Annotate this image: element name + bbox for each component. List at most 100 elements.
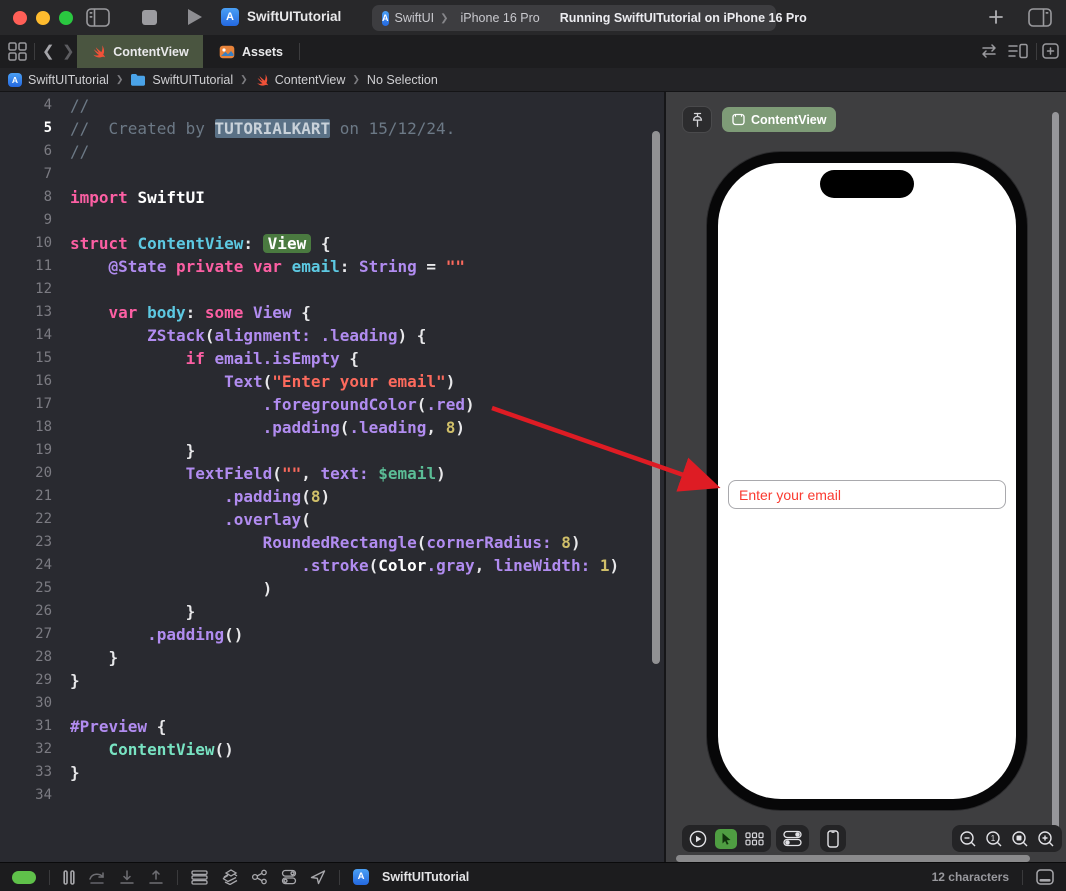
code-line-21[interactable]: 21 .padding(8) [0, 485, 664, 508]
breadcrumb-file[interactable]: ContentView [275, 73, 346, 87]
code-line-18[interactable]: 18 .padding(.leading, 8) [0, 416, 664, 439]
code-line-7[interactable]: 7 [0, 163, 664, 186]
code-line-19[interactable]: 19 } [0, 439, 664, 462]
zoom-out-button[interactable] [959, 830, 977, 848]
code-line-30[interactable]: 30 [0, 692, 664, 715]
forward-chevron-icon[interactable]: ❯ [62, 42, 75, 60]
preview-device-button[interactable] [820, 825, 846, 852]
network-button[interactable] [251, 869, 268, 885]
line-number[interactable]: 16 [0, 370, 52, 393]
breakpoints-toggle[interactable] [12, 870, 36, 884]
code-text[interactable] [52, 163, 70, 186]
inspector-toggle-icon[interactable] [1028, 8, 1052, 27]
code-line-16[interactable]: 16 Text("Enter your email") [0, 370, 664, 393]
pin-preview-button[interactable] [682, 106, 712, 133]
line-number[interactable]: 13 [0, 301, 52, 324]
code-line-8[interactable]: 8 import SwiftUI [0, 186, 664, 209]
code-line-14[interactable]: 14 ZStack(alignment: .leading) { [0, 324, 664, 347]
stop-button[interactable] [142, 10, 157, 25]
code-text[interactable]: } [52, 439, 196, 462]
code-text[interactable]: // Created by TUTORIALKART on 15/12/24. [52, 117, 455, 140]
line-number[interactable]: 32 [0, 738, 52, 761]
code-text[interactable]: struct ContentView: View { [52, 232, 330, 255]
step-out-button[interactable] [148, 869, 164, 885]
line-number[interactable]: 30 [0, 692, 52, 715]
code-text[interactable] [52, 784, 70, 807]
code-text[interactable]: import SwiftUI [52, 186, 205, 209]
run-destination[interactable]: iPhone 16 Pro [460, 11, 539, 25]
code-line-33[interactable]: 33} [0, 761, 664, 784]
zoom-100-button[interactable]: 1 [985, 830, 1003, 848]
selectable-mode-button[interactable] [715, 828, 737, 849]
tab-assets[interactable]: Assets [203, 35, 299, 68]
code-text[interactable]: } [52, 669, 80, 692]
line-number[interactable]: 17 [0, 393, 52, 416]
play-icon[interactable] [186, 8, 203, 26]
line-number[interactable]: 27 [0, 623, 52, 646]
code-text[interactable]: ) [52, 577, 273, 600]
code-line-15[interactable]: 15 if email.isEmpty { [0, 347, 664, 370]
editor-grid-icon[interactable] [8, 42, 27, 61]
code-line-22[interactable]: 22 .overlay( [0, 508, 664, 531]
line-number[interactable]: 7 [0, 163, 52, 186]
console-toggle-button[interactable] [1036, 869, 1054, 885]
code-text[interactable]: // [52, 94, 89, 117]
line-number[interactable]: 23 [0, 531, 52, 554]
source-editor[interactable]: 4//5// Created by TUTORIALKART on 15/12/… [0, 92, 664, 862]
code-line-4[interactable]: 4// [0, 94, 664, 117]
line-number[interactable]: 5 [0, 117, 52, 140]
line-number[interactable]: 12 [0, 278, 52, 301]
device-settings-button[interactable] [776, 825, 809, 852]
environment-overrides-button[interactable] [281, 869, 297, 885]
line-number[interactable]: 8 [0, 186, 52, 209]
line-number[interactable]: 31 [0, 715, 52, 738]
close-window-button[interactable] [13, 11, 27, 25]
code-text[interactable]: var body: some View { [52, 301, 311, 324]
code-text[interactable]: if email.isEmpty { [52, 347, 359, 370]
code-text[interactable]: ContentView() [52, 738, 234, 761]
line-number[interactable]: 21 [0, 485, 52, 508]
code-text[interactable]: RoundedRectangle(cornerRadius: 8) [52, 531, 581, 554]
code-text[interactable]: .padding(8) [52, 485, 330, 508]
code-line-13[interactable]: 13 var body: some View { [0, 301, 664, 324]
line-number[interactable]: 28 [0, 646, 52, 669]
line-number[interactable]: 9 [0, 209, 52, 232]
simulate-location-button[interactable] [310, 869, 326, 885]
code-text[interactable]: .foregroundColor(.red) [52, 393, 475, 416]
line-number[interactable]: 34 [0, 784, 52, 807]
line-number[interactable]: 19 [0, 439, 52, 462]
line-number[interactable]: 4 [0, 94, 52, 117]
line-number[interactable]: 6 [0, 140, 52, 163]
code-line-28[interactable]: 28 } [0, 646, 664, 669]
code-text[interactable] [52, 209, 70, 232]
preview-horizontal-scrollbar[interactable] [676, 855, 1030, 862]
line-number[interactable]: 25 [0, 577, 52, 600]
code-line-27[interactable]: 27 .padding() [0, 623, 664, 646]
code-line-11[interactable]: 11 @State private var email: String = "" [0, 255, 664, 278]
code-line-10[interactable]: 10 struct ContentView: View { [0, 232, 664, 255]
zoom-window-button[interactable] [59, 11, 73, 25]
code-text[interactable] [52, 692, 70, 715]
code-text[interactable]: #Preview { [52, 715, 166, 738]
memory-graph-button[interactable] [221, 869, 238, 885]
code-line-26[interactable]: 26 } [0, 600, 664, 623]
line-number[interactable]: 29 [0, 669, 52, 692]
zoom-in-button[interactable] [1037, 830, 1055, 848]
code-line-31[interactable]: 31 #Preview { [0, 715, 664, 738]
code-text[interactable]: // [52, 140, 89, 163]
code-line-25[interactable]: 25 ) [0, 577, 664, 600]
line-number[interactable]: 15 [0, 347, 52, 370]
preview-vertical-scrollbar[interactable] [1052, 112, 1059, 842]
scheme-selector[interactable]: A SwiftUI ❯ iPhone 16 Pro Running SwiftU… [372, 5, 807, 31]
preview-target-pill[interactable]: ContentView [722, 107, 837, 132]
code-line-32[interactable]: 32 ContentView() [0, 738, 664, 761]
line-number[interactable]: 10 [0, 232, 52, 255]
minimap-icon[interactable] [1008, 43, 1028, 59]
line-number[interactable]: 22 [0, 508, 52, 531]
code-text[interactable]: ZStack(alignment: .leading) { [52, 324, 426, 347]
line-number[interactable]: 11 [0, 255, 52, 278]
code-line-29[interactable]: 29} [0, 669, 664, 692]
code-text[interactable]: } [52, 600, 196, 623]
email-textfield[interactable]: Enter your email [728, 480, 1006, 509]
code-line-23[interactable]: 23 RoundedRectangle(cornerRadius: 8) [0, 531, 664, 554]
